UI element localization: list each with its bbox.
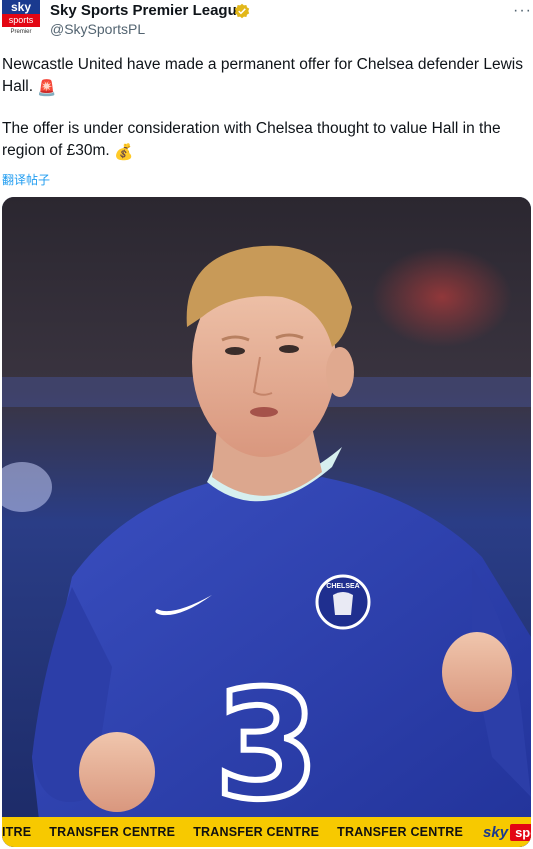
author-handle[interactable]: @SkySportsPL [50,21,145,37]
verified-badge-icon [234,3,250,19]
siren-emoji-icon: 🚨 [37,80,57,97]
tweet-paragraph-1-text: Newcastle United have made a permanent o… [2,56,523,95]
player-photo: CHELSEA 3 [2,197,531,847]
money-bag-emoji-icon: 💰 [114,144,134,161]
transfer-centre-banner: ITRE TRANSFER CENTRE TRANSFER CENTRE TRA… [2,817,531,847]
tweet-paragraph-2-text: The offer is under consideration with Ch… [2,120,501,159]
crest-text: CHELSEA [326,583,359,590]
tweet-paragraph-2: The offer is under consideration with Ch… [2,118,532,164]
banner-item: TRANSFER CENTRE [49,825,176,839]
tweet-paragraph-1: Newcastle United have made a permanent o… [2,54,532,100]
banner-item: ITRE [2,825,32,839]
avatar-sky-text: sky [2,0,40,14]
sky-logo-text: sky [483,823,509,841]
author-avatar[interactable]: sky sports Premier League [2,0,40,38]
shirt-sponsor-number: 3 [215,659,319,833]
sky-sports-logo: sky sports [483,823,531,841]
sports-logo-text: sports [510,823,531,841]
tweet-media-image[interactable]: CHELSEA 3 ITRE TRANSFER CENTRE TRANSFER … [2,197,531,847]
tweet-text: Newcastle United have made a permanent o… [2,54,532,164]
banner-item: TRANSFER CENTRE [337,825,464,839]
author-display-name[interactable]: Sky Sports Premier League [50,2,245,19]
more-options-icon[interactable]: ··· [513,2,532,20]
avatar-pl-text: Premier League [10,29,32,35]
avatar-sports-text: sports [2,14,40,27]
translate-post-link[interactable]: 翻译帖子 [2,171,50,188]
banner-item: TRANSFER CENTRE [193,825,320,839]
